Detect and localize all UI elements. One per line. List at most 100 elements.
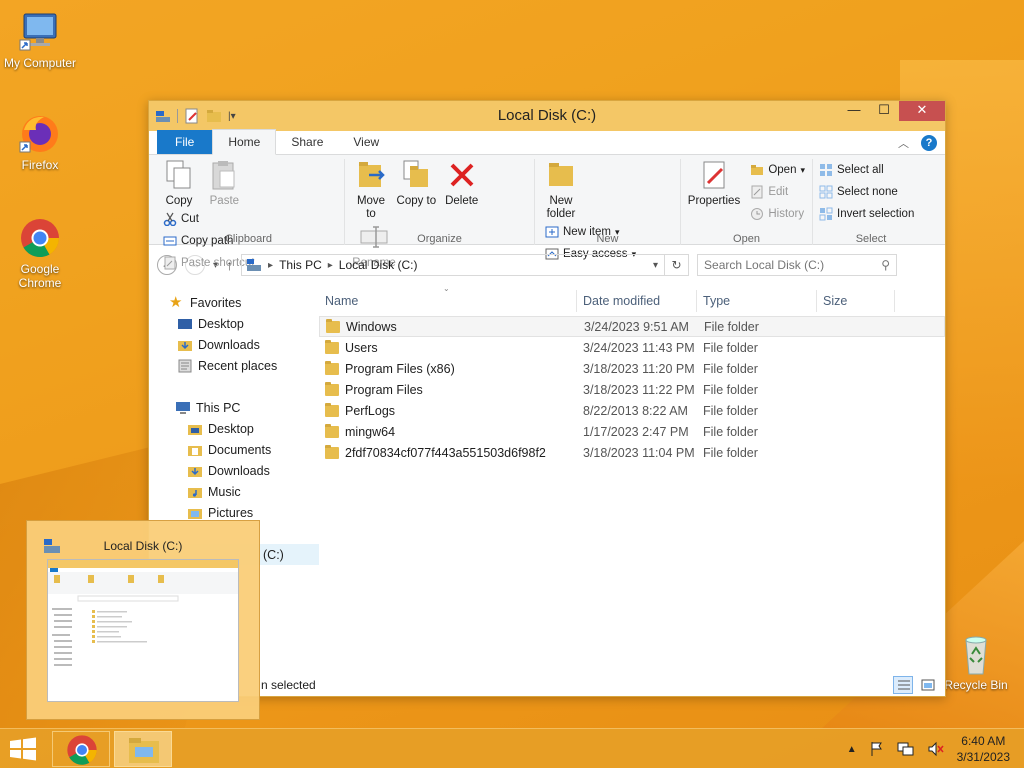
table-row[interactable]: Program Files (x86) 3/18/2023 11:20 PM Fil… [319, 358, 945, 379]
edit-button[interactable]: Edit [750, 181, 805, 203]
help-icon[interactable]: ? [921, 135, 937, 151]
table-row[interactable]: Program Files 3/18/2023 11:22 PM File fold… [319, 379, 945, 400]
table-row[interactable]: PerfLogs 8/22/2013 8:22 AM File folder [319, 400, 945, 421]
start-button[interactable] [8, 737, 40, 763]
open-button[interactable]: Open ▾ [750, 159, 805, 181]
file-type: File folder [703, 403, 758, 418]
nav-pc-downloads[interactable]: Downloads [149, 460, 319, 481]
copy-button[interactable]: Copy [159, 159, 199, 208]
paste-button[interactable]: Paste [204, 159, 244, 208]
column-name[interactable]: Name [319, 290, 577, 312]
details-view-icon [898, 680, 910, 690]
nav-favorites[interactable]: ★ Favorites [149, 292, 319, 313]
nav-pc-music[interactable]: Music [149, 481, 319, 502]
column-size[interactable]: Size [817, 290, 895, 312]
group-label: Select [855, 233, 887, 245]
table-row[interactable]: mingw64 1/17/2023 2:47 PM File folder [319, 421, 945, 442]
search-icon[interactable]: ⚲ [881, 258, 890, 272]
invert-selection-icon [819, 207, 833, 221]
desktop-icon-firefox[interactable]: Firefox [2, 112, 78, 172]
computer-icon [18, 10, 62, 54]
delete-button[interactable]: Delete [442, 159, 482, 208]
edit-label: Edit [768, 186, 789, 198]
column-type[interactable]: Type [697, 290, 817, 312]
search-box[interactable]: ⚲ [697, 254, 898, 276]
network-icon[interactable] [897, 741, 915, 757]
desktop-icon-recycle-bin[interactable]: Recycle Bin [938, 632, 1014, 692]
close-button[interactable]: ✕ [899, 101, 945, 121]
file-list: ⌄ Name Date modified Type Size Windows 3/… [319, 284, 945, 674]
sort-indicator-icon: ⌄ [443, 284, 450, 293]
select-none-icon [819, 185, 833, 199]
select-none-label: Select none [837, 186, 898, 198]
table-row[interactable]: 2fdf70834cf077f443a551503d6f98f2 3/18/202… [319, 442, 945, 463]
tab-home[interactable]: Home [212, 129, 277, 155]
file-name: PerfLogs [345, 403, 396, 418]
tab-share[interactable]: Share [276, 130, 338, 154]
invert-selection-button[interactable]: Invert selection [819, 203, 914, 225]
column-date-modified[interactable]: Date modified [577, 290, 697, 312]
move-to-button[interactable]: Move to [351, 159, 391, 221]
breadcrumb-this-pc[interactable]: This PC [279, 258, 322, 272]
minimize-button[interactable]: — [839, 101, 869, 121]
large-icons-view-button[interactable] [917, 676, 937, 694]
nav-fav-recent-places[interactable]: Recent places [149, 355, 319, 376]
copy-icon [163, 159, 195, 191]
table-row[interactable]: Windows 3/24/2023 9:51 AM File folder [319, 316, 945, 337]
nav-fav-downloads[interactable]: Downloads [149, 334, 319, 355]
file-date: 3/24/2023 11:43 PM [583, 340, 695, 355]
tab-view[interactable]: View [338, 130, 394, 154]
copy-to-button[interactable]: Copy to [396, 159, 436, 208]
group-label: New [596, 233, 619, 245]
pictures-folder-icon [188, 508, 202, 519]
desktop-icon-label: Google Chrome [18, 262, 62, 290]
refresh-button[interactable]: ↻ [665, 254, 690, 276]
open-folder-icon [751, 165, 764, 175]
properties-button[interactable]: Properties [687, 159, 741, 208]
music-folder-icon [188, 487, 202, 498]
cut-button[interactable]: Cut [163, 208, 255, 230]
title-bar[interactable]: |▾ Local Disk (C:) — ☐ ✕ [149, 101, 945, 131]
file-name: 2fdf70834cf077f443a551503d6f98f2 [345, 445, 546, 460]
new-folder-label: New folder [546, 195, 576, 220]
nav-fav-desktop[interactable]: Desktop [149, 313, 319, 334]
taskbar-file-explorer[interactable] [114, 731, 172, 767]
nav-pc-documents[interactable]: Documents [149, 439, 319, 460]
move-to-label: Move to [356, 195, 386, 220]
details-view-button[interactable] [893, 676, 913, 694]
select-none-button[interactable]: Select none [819, 181, 914, 203]
nav-pc-desktop[interactable]: Desktop [149, 418, 319, 439]
action-center-flag-icon[interactable] [869, 741, 885, 757]
address-bar[interactable]: ▸ This PC ▸ Local Disk (C:) ▾ [241, 254, 666, 276]
new-folder-button[interactable]: New folder [541, 159, 581, 221]
search-input[interactable] [704, 258, 865, 272]
file-name: Users [345, 340, 378, 355]
desktop-icon-chrome[interactable]: Google Chrome [2, 216, 78, 290]
collapse-ribbon-icon[interactable]: ︿ [898, 135, 909, 151]
nav-this-pc[interactable]: This PC [149, 397, 319, 418]
table-row[interactable]: Users 3/24/2023 11:43 PM File folder [319, 337, 945, 358]
file-type: File folder [703, 424, 758, 439]
history-button[interactable]: History [750, 203, 805, 225]
breadcrumb-local-disk[interactable]: Local Disk (C:) [339, 258, 418, 272]
tab-file[interactable]: File [157, 130, 213, 154]
properties-label: Properties [687, 195, 741, 207]
copy-to-label: Copy to [396, 195, 437, 207]
large-icons-view-icon [921, 679, 935, 691]
nav-label: This PC [196, 400, 241, 415]
select-all-label: Select all [837, 164, 884, 176]
address-dropdown-icon[interactable]: ▾ [653, 260, 658, 271]
desktop-icon-my-computer[interactable]: My Computer [2, 10, 78, 70]
paste-shortcut-icon [164, 256, 176, 270]
invert-selection-label: Invert selection [837, 208, 915, 220]
delete-label: Delete [445, 195, 479, 207]
volume-muted-icon[interactable] [927, 741, 945, 757]
ribbon-tabs: File Home Share View ︿ ? [149, 129, 945, 155]
taskbar-chrome[interactable] [52, 731, 110, 767]
folder-icon [325, 360, 339, 375]
show-hidden-icons-icon[interactable]: ▲ [847, 744, 857, 755]
maximize-button[interactable]: ☐ [869, 101, 899, 121]
taskbar-thumbnail-preview[interactable]: Local Disk (C:) [26, 520, 260, 720]
clock[interactable]: 6:40 AM 3/31/2023 [957, 733, 1010, 765]
select-all-button[interactable]: Select all [819, 159, 914, 181]
